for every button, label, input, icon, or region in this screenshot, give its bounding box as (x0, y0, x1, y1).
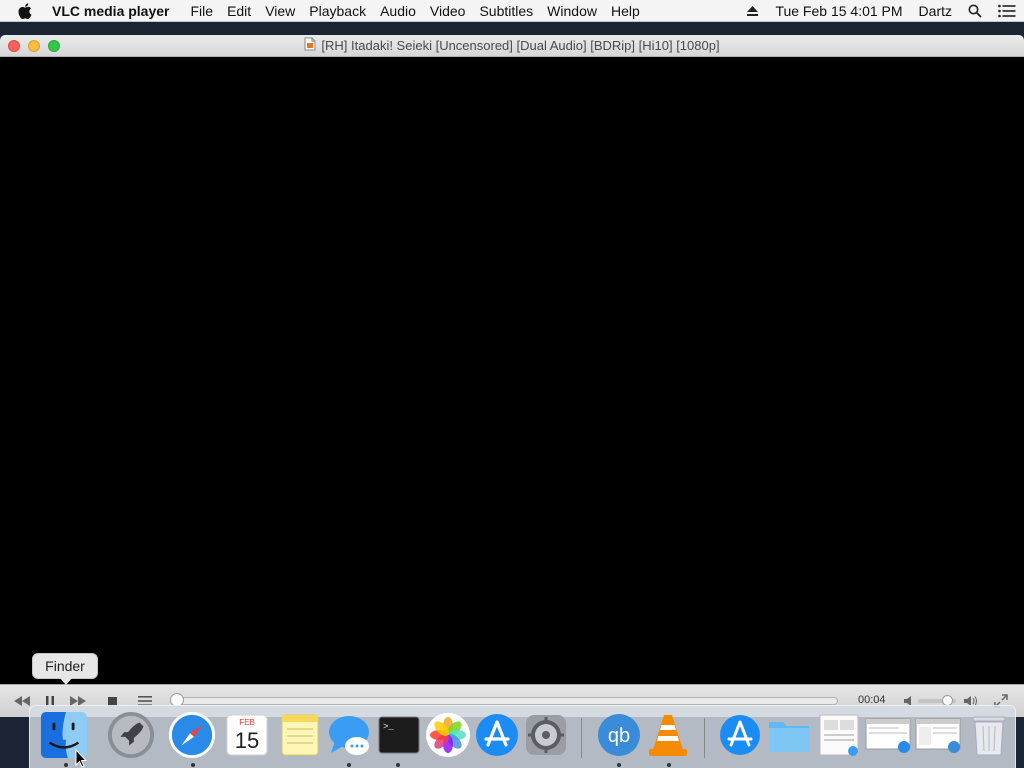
apple-icon[interactable] (18, 2, 40, 19)
app-name-menu[interactable]: VLC media player (52, 3, 170, 19)
system-preferences-icon[interactable] (522, 711, 570, 759)
messages-icon[interactable] (325, 711, 373, 759)
dock-separator (704, 718, 705, 758)
seek-bar[interactable] (170, 697, 838, 705)
menu-bar: VLC media player File Edit View Playback… (0, 0, 1024, 22)
close-button[interactable] (8, 40, 20, 52)
app-store-download-icon[interactable] (716, 711, 764, 759)
window-title: [RH] Itadaki! Seieki [Uncensored] [Dual … (321, 38, 720, 53)
launchpad-icon[interactable] (107, 711, 155, 759)
notification-center-icon[interactable] (998, 4, 1016, 18)
rewind-icon[interactable] (12, 693, 32, 709)
minimize-button[interactable] (28, 40, 40, 52)
document-thumbnail-icon[interactable] (815, 711, 863, 759)
messages-running-indicator (347, 763, 351, 767)
folder-icon[interactable] (765, 711, 813, 759)
video-file-icon (304, 37, 316, 54)
zoom-button[interactable] (48, 40, 60, 52)
safari-window-thumbnail-icon[interactable] (864, 711, 912, 759)
qbittorrent-icon[interactable]: qb (595, 711, 643, 759)
eject-icon[interactable] (746, 5, 759, 17)
calendar-month: FEB (239, 718, 255, 727)
terminal-running-indicator (396, 763, 400, 767)
dock-tooltip: Finder (32, 653, 98, 685)
menu-file[interactable]: File (184, 3, 221, 19)
dock: FEB 15 >_ qb (29, 705, 1016, 768)
trash-icon[interactable] (965, 711, 1013, 759)
menu-help[interactable]: Help (604, 3, 647, 19)
qbittorrent-label: qb (608, 725, 630, 747)
terminal-icon[interactable]: >_ (375, 711, 423, 759)
menu-subtitles[interactable]: Subtitles (472, 3, 540, 19)
menu-view[interactable]: View (258, 3, 302, 19)
qbittorrent-window-thumbnail-icon[interactable] (914, 711, 962, 759)
menubar-user[interactable]: Dartz (919, 3, 952, 19)
vlc-running-indicator (667, 763, 671, 767)
vlc-player-window: [RH] Itadaki! Seieki [Uncensored] [Dual … (0, 35, 1024, 717)
window-titlebar[interactable]: [RH] Itadaki! Seieki [Uncensored] [Dual … (0, 35, 1024, 57)
menu-edit[interactable]: Edit (220, 3, 258, 19)
menu-video[interactable]: Video (423, 3, 473, 19)
vlc-icon[interactable] (644, 711, 692, 759)
notes-icon[interactable] (276, 711, 324, 759)
menu-audio[interactable]: Audio (373, 3, 423, 19)
video-display[interactable] (0, 57, 1024, 684)
app-store-icon[interactable] (473, 711, 521, 759)
safari-running-indicator (191, 763, 195, 767)
qbittorrent-running-indicator (617, 763, 621, 767)
dock-separator (581, 718, 582, 758)
menu-playback[interactable]: Playback (302, 3, 373, 19)
terminal-prompt: >_ (383, 722, 394, 732)
menubar-clock[interactable]: Tue Feb 15 4:01 PM (775, 3, 902, 19)
safari-icon[interactable] (168, 711, 216, 759)
mouse-pointer-icon (75, 748, 88, 768)
calendar-day: 15 (235, 728, 259, 753)
finder-running-indicator (64, 763, 68, 767)
menu-window[interactable]: Window (540, 3, 604, 19)
calendar-icon[interactable]: FEB 15 (223, 711, 271, 759)
spotlight-search-icon[interactable] (968, 4, 982, 18)
photos-icon[interactable] (424, 711, 472, 759)
